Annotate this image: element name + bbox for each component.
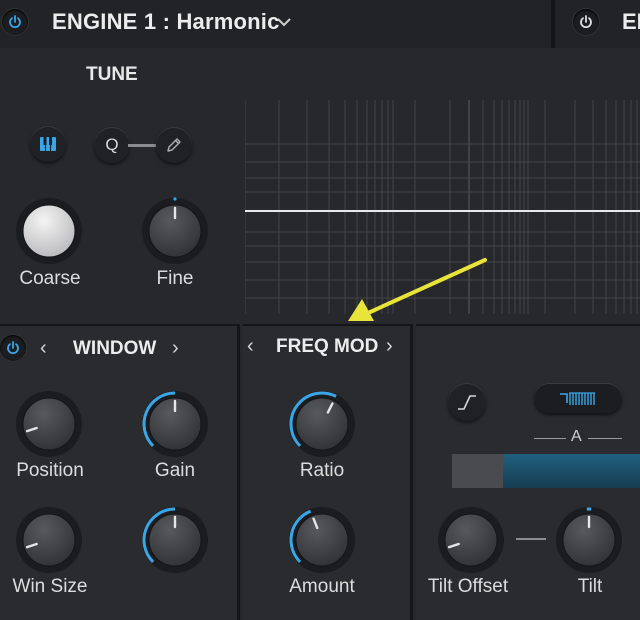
amount-knob-graphic xyxy=(289,507,355,573)
power-icon xyxy=(7,341,19,355)
ratio-label: Ratio xyxy=(299,460,345,481)
ratio-knob-graphic xyxy=(289,391,355,457)
window-unlabeled-knob[interactable] xyxy=(140,505,210,575)
tune-section-title: TUNE xyxy=(86,64,138,85)
position-knob[interactable] xyxy=(14,389,84,459)
keyboard-tracking-button[interactable] xyxy=(30,126,66,162)
freq-mod-prev-icon[interactable]: ‹ xyxy=(247,335,254,358)
power-icon xyxy=(9,15,21,29)
piano-keys-icon xyxy=(40,137,56,151)
tilt-offset-knob[interactable] xyxy=(436,505,506,575)
window-power-button[interactable] xyxy=(0,335,26,361)
amount-label: Amount xyxy=(289,576,355,597)
knob-center-dot xyxy=(173,197,177,201)
engine-title[interactable]: ENGINE 1 : Harmonic xyxy=(52,9,280,35)
waveform-icon xyxy=(560,392,595,405)
a-label-line-right xyxy=(588,438,622,439)
chevron-down-icon[interactable] xyxy=(276,16,292,28)
window-section-title[interactable]: WINDOW xyxy=(73,338,156,360)
tilt-knob[interactable] xyxy=(554,505,624,575)
coarse-knob[interactable] xyxy=(14,196,84,266)
window-unlabeled-knob-graphic xyxy=(142,507,208,573)
tilt-display-bar-fill xyxy=(503,454,640,488)
tilt-label: Tilt xyxy=(577,576,603,597)
fine-label: Fine xyxy=(156,268,194,289)
a-label-line-left xyxy=(534,438,566,439)
header-divider xyxy=(551,0,555,48)
pencil-icon xyxy=(167,138,181,152)
engine2-title[interactable]: EN xyxy=(622,9,640,35)
window-prev-icon[interactable]: ‹ xyxy=(40,337,47,360)
freq-mod-section-title[interactable]: FREQ MOD xyxy=(276,336,378,358)
ramp-shape-icon xyxy=(458,395,476,410)
knob-body xyxy=(295,397,349,451)
position-label: Position xyxy=(16,460,84,481)
knob-body xyxy=(295,513,349,567)
envelope-shape-button[interactable] xyxy=(448,383,486,421)
a-label: A xyxy=(571,428,582,445)
tilt-link-line xyxy=(516,538,546,540)
tilt-knob-graphic xyxy=(556,507,622,573)
coarse-knob-graphic xyxy=(16,198,82,264)
fine-knob[interactable] xyxy=(140,196,210,266)
amount-knob[interactable] xyxy=(287,505,357,575)
tilt-display-bar-level xyxy=(452,454,503,488)
win-size-label: Win Size xyxy=(12,576,88,597)
power-icon xyxy=(580,15,592,29)
quantize-button[interactable]: Q xyxy=(94,127,130,163)
gain-knob[interactable] xyxy=(140,389,210,459)
knob-body xyxy=(22,513,76,567)
edit-scale-button[interactable] xyxy=(156,127,192,163)
tilt-offset-knob-graphic xyxy=(438,507,504,573)
position-knob-graphic xyxy=(16,391,82,457)
quantize-label: Q xyxy=(105,135,119,154)
ratio-knob[interactable] xyxy=(287,389,357,459)
waveform-mode-toggle[interactable] xyxy=(534,383,622,413)
freq-mod-next-icon[interactable]: › xyxy=(386,335,393,358)
gain-label: Gain xyxy=(154,460,196,481)
knob-body xyxy=(22,204,76,258)
gain-knob-graphic xyxy=(142,391,208,457)
fine-knob-graphic xyxy=(142,197,208,264)
knob-body xyxy=(444,513,498,567)
knob-body xyxy=(22,397,76,451)
win-size-knob-graphic xyxy=(16,507,82,573)
win-size-knob[interactable] xyxy=(14,505,84,575)
window-next-icon[interactable]: › xyxy=(172,337,179,360)
annotation-arrow xyxy=(348,258,487,321)
tilt-offset-label: Tilt Offset xyxy=(427,576,509,597)
coarse-label: Coarse xyxy=(19,268,81,289)
engine1-power-button[interactable] xyxy=(2,9,28,35)
engine2-power-button[interactable] xyxy=(573,9,599,35)
